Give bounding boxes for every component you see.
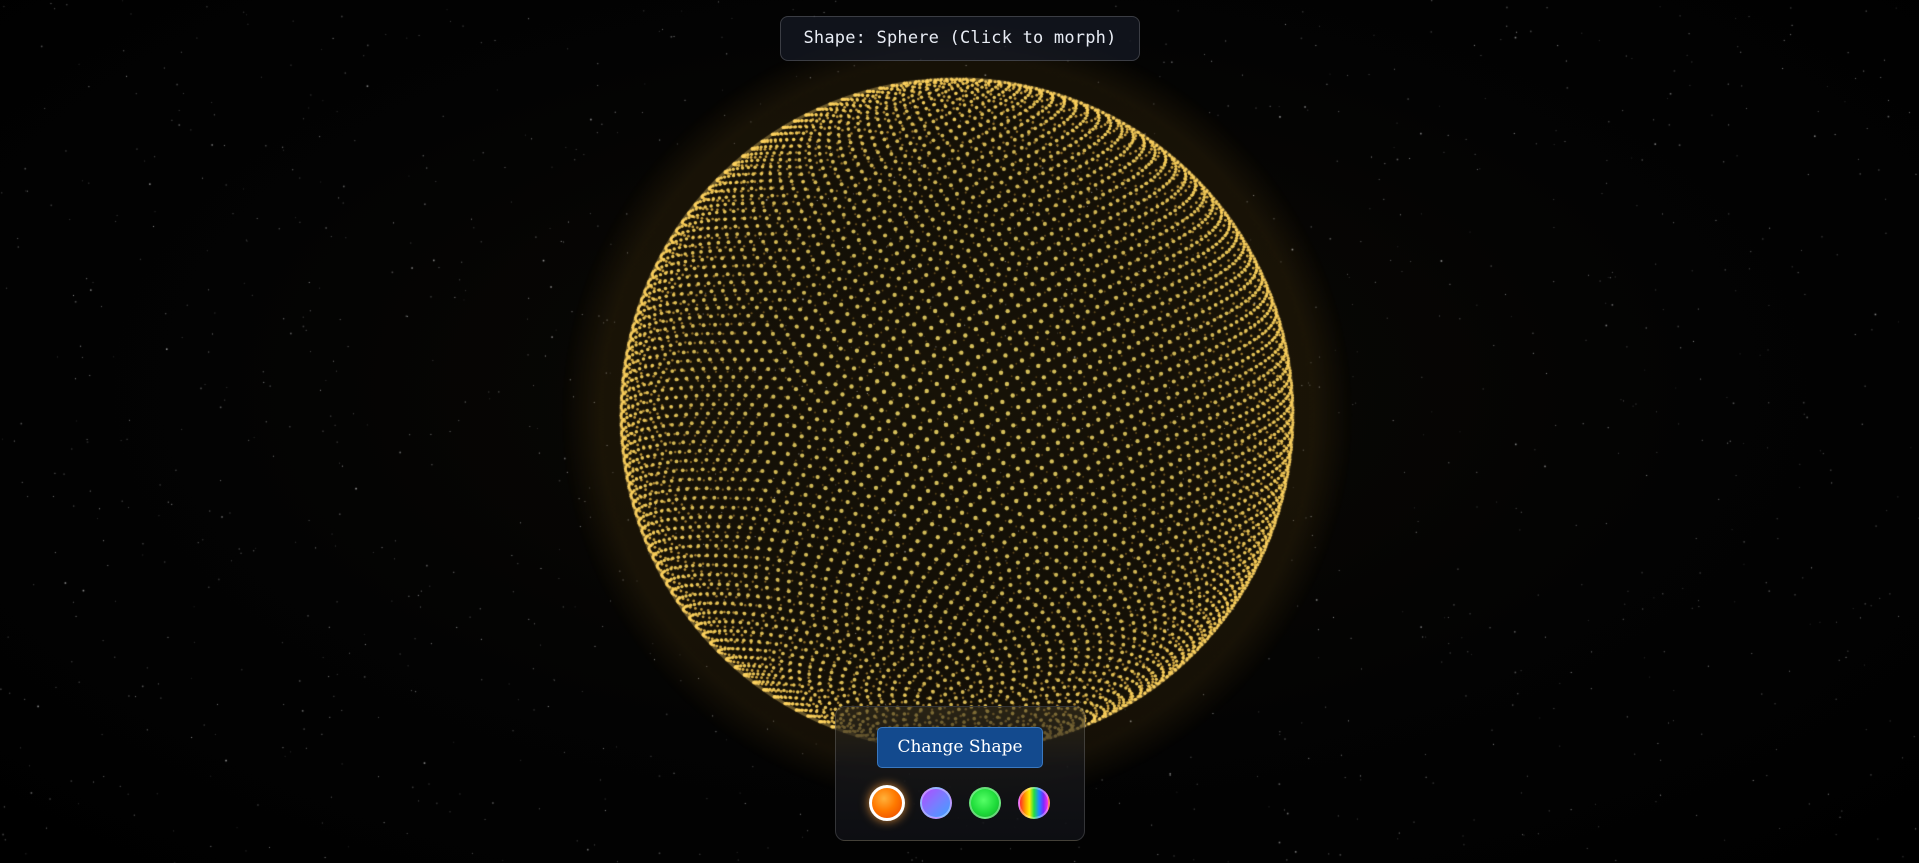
- fire-palette-swatch[interactable]: [869, 785, 905, 821]
- control-panel: Change Shape: [835, 706, 1085, 841]
- shape-label-button[interactable]: Shape: Sphere (Click to morph): [780, 16, 1140, 61]
- rainbow-palette-swatch[interactable]: [1018, 787, 1050, 819]
- change-shape-button[interactable]: Change Shape: [877, 727, 1043, 768]
- particle-scene[interactable]: Shape: Sphere (Click to morph) Change Sh…: [0, 0, 1919, 863]
- nebula-palette-swatch[interactable]: [920, 787, 952, 819]
- matrix-palette-swatch[interactable]: [969, 787, 1001, 819]
